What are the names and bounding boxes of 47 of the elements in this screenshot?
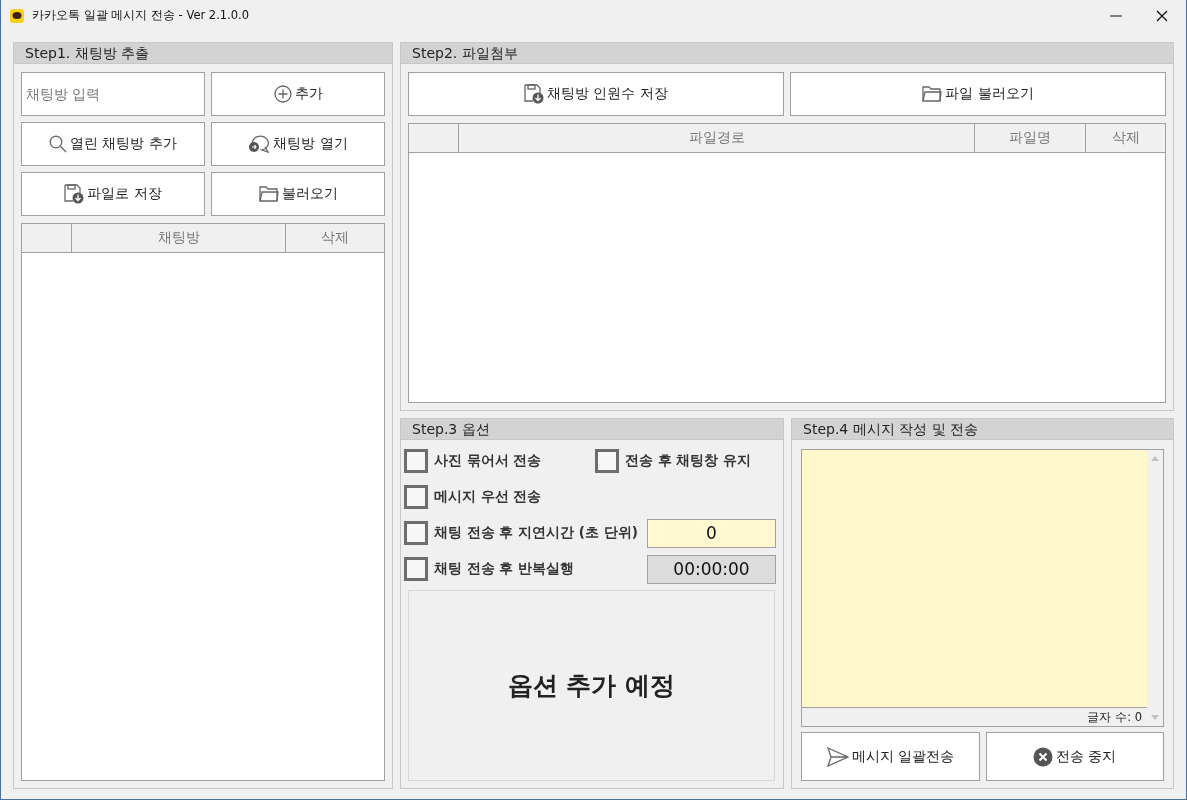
panel-heading: Step1. 채팅방 추출 (14, 43, 392, 64)
close-circle-icon (1033, 746, 1053, 767)
minimize-icon[interactable] (1110, 14, 1122, 17)
checkbox[interactable] (404, 557, 428, 581)
checkbox-label: 채팅 전송 후 지연시간 (초 단위) (434, 524, 638, 542)
checkbox-label: 메시지 우선 전송 (434, 488, 542, 506)
checkbox[interactable] (404, 449, 428, 473)
button[interactable]: 채팅방 인원수 저장 (408, 72, 784, 116)
column-header: 채팅방 (72, 224, 286, 252)
panel-heading: Step.4 메시지 작성 및 전송 (792, 419, 1173, 440)
panel-heading: Step2. 파일첨부 (401, 43, 1173, 64)
close-icon[interactable] (1156, 9, 1168, 22)
checkbox[interactable] (404, 485, 428, 509)
folder-icon (922, 85, 943, 103)
column-header: 파일경로 (459, 124, 975, 152)
button[interactable]: 불러오기 (211, 172, 385, 216)
window-title: 카카오톡 일괄 메시지 전송 - Ver 2.1.0.0 (32, 8, 250, 23)
paper-plane-icon (826, 746, 849, 767)
button[interactable]: 전송 중지 (985, 732, 1164, 781)
button[interactable]: 채팅방 열기 (211, 122, 385, 166)
button[interactable]: 추가 (211, 72, 385, 116)
checkbox[interactable] (404, 521, 428, 545)
chat-bubble-icon (248, 134, 271, 154)
floppy-disk-icon (524, 84, 545, 104)
notice-text: 옵션 추가 예정 (507, 670, 676, 702)
column-header: 파일명 (975, 124, 1086, 152)
checkbox-label: 전송 후 채팅창 유지 (624, 452, 751, 470)
folder-icon (258, 185, 279, 203)
button[interactable]: 파일 불러오기 (790, 72, 1166, 116)
character-count: 글자 수: 0 (1087, 709, 1142, 725)
message-text-area[interactable]: 글자 수: 0 (801, 449, 1164, 727)
floppy-disk-icon (64, 184, 85, 204)
chat-bubble-icon (10, 8, 24, 23)
checkbox-label: 사진 묶어서 전송 (434, 452, 542, 470)
delay-input-field[interactable]: 0 (647, 518, 776, 548)
timer-display: 00:00:00 (647, 554, 776, 584)
panel-heading: Step.3 옵션 (401, 419, 783, 440)
column-header: 삭제 (1110, 128, 1141, 147)
search-icon (49, 135, 68, 153)
checkbox[interactable] (594, 449, 619, 473)
plus-circle-icon (273, 85, 292, 103)
chatroom-input-field[interactable]: 채팅방 입력 (21, 72, 205, 116)
button[interactable]: 파일로 저장 (21, 172, 205, 216)
column-header: 삭제 (320, 228, 350, 247)
button[interactable]: 열린 채팅방 추가 (21, 122, 205, 166)
button[interactable]: 메시지 일괄전송 (801, 732, 980, 781)
checkbox-label: 채팅 전송 후 반복실행 (434, 560, 575, 578)
